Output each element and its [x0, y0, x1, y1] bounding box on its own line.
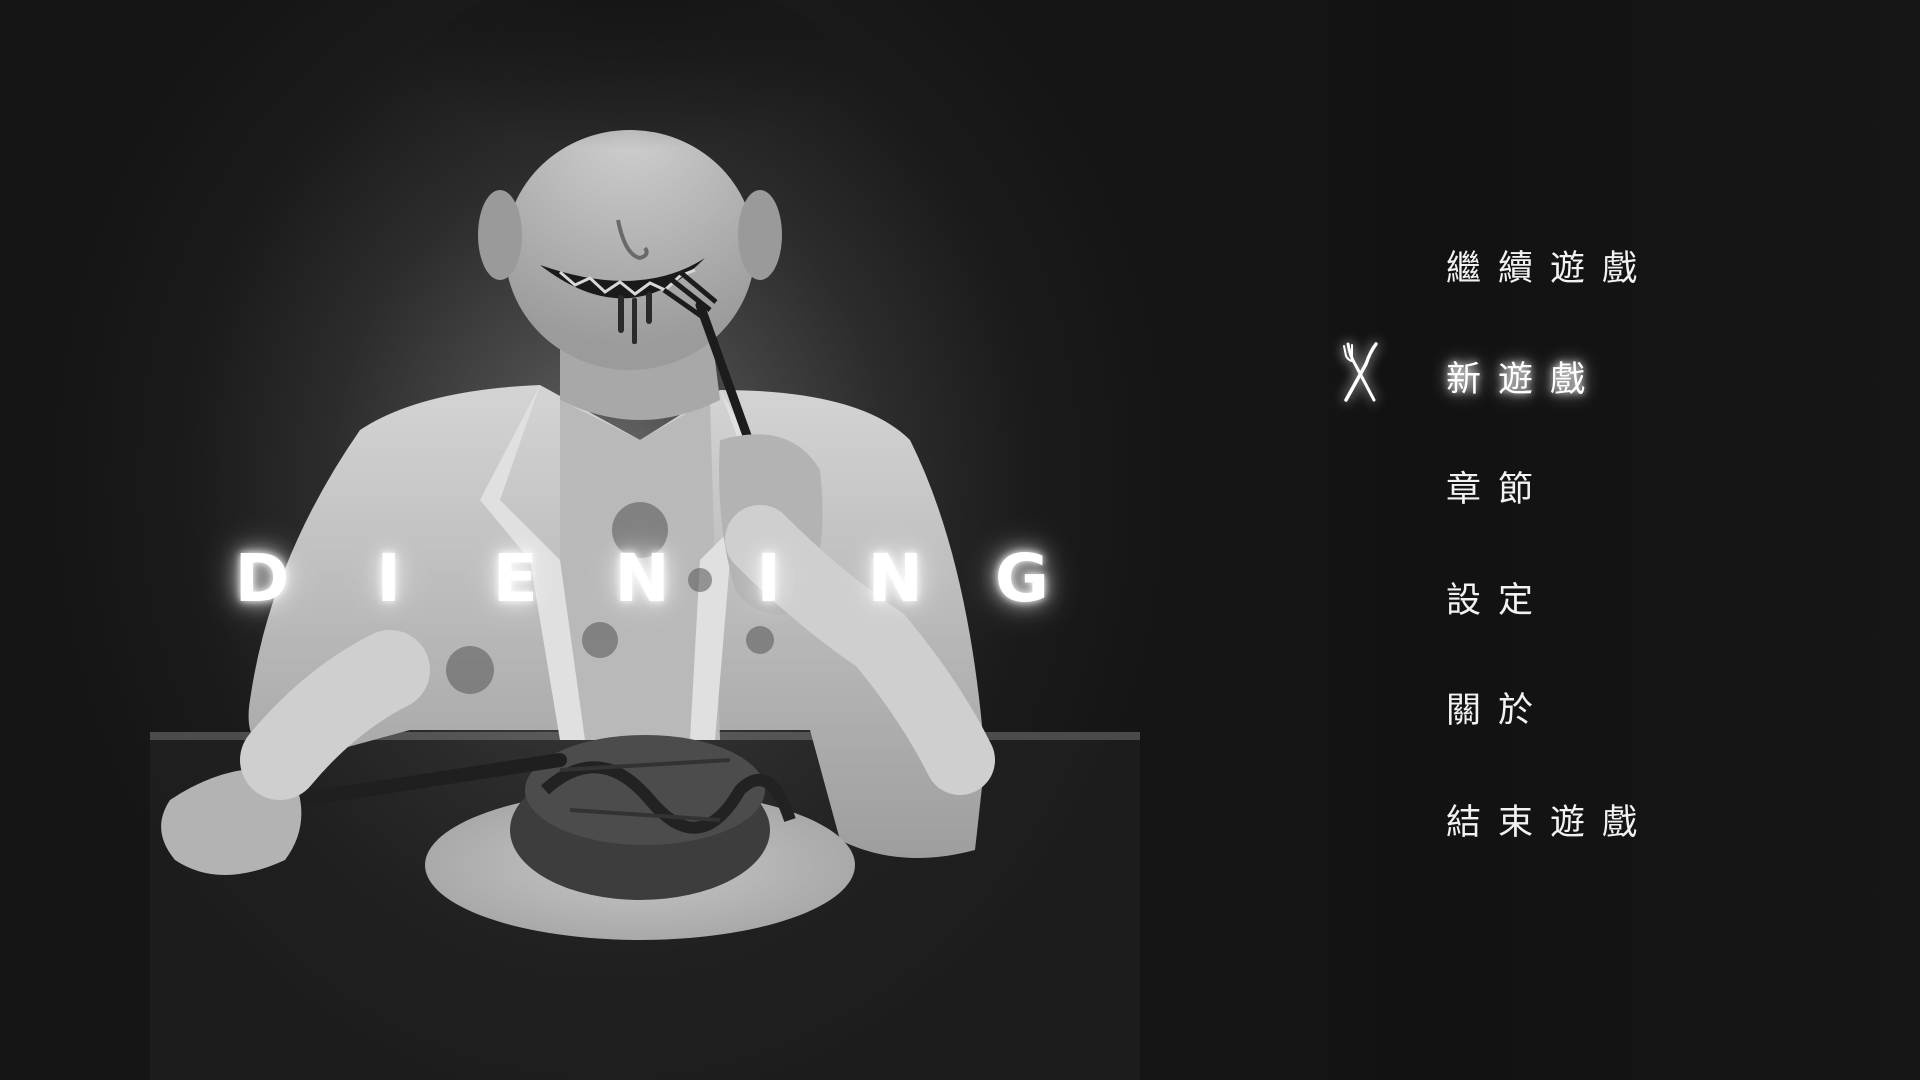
title-letter: D [234, 540, 290, 617]
title-letter: N [614, 540, 670, 617]
menu-about[interactable]: 關於 [1446, 682, 1550, 733]
fork-and-knife-icon [1343, 342, 1378, 402]
menu-settings[interactable]: 設定 [1446, 572, 1550, 623]
menu-quit-game[interactable]: 結束遊戲 [1446, 794, 1654, 845]
title-letter: N [867, 540, 923, 617]
title-letter: I [376, 540, 401, 617]
menu-chapters[interactable]: 章節 [1446, 461, 1550, 512]
main-menu-screen: D I E N I N G 繼續遊戲 新遊戲 章節 設定 關於 結束遊戲 [0, 0, 1920, 1080]
menu-continue-game[interactable]: 繼續遊戲 [1446, 240, 1654, 291]
title-letter: I [756, 540, 781, 617]
title-letter: G [994, 540, 1050, 617]
title-letter: E [492, 540, 538, 617]
menu-new-game[interactable]: 新遊戲 [1446, 351, 1602, 402]
game-title-logo: D I E N I N G [232, 540, 1052, 617]
